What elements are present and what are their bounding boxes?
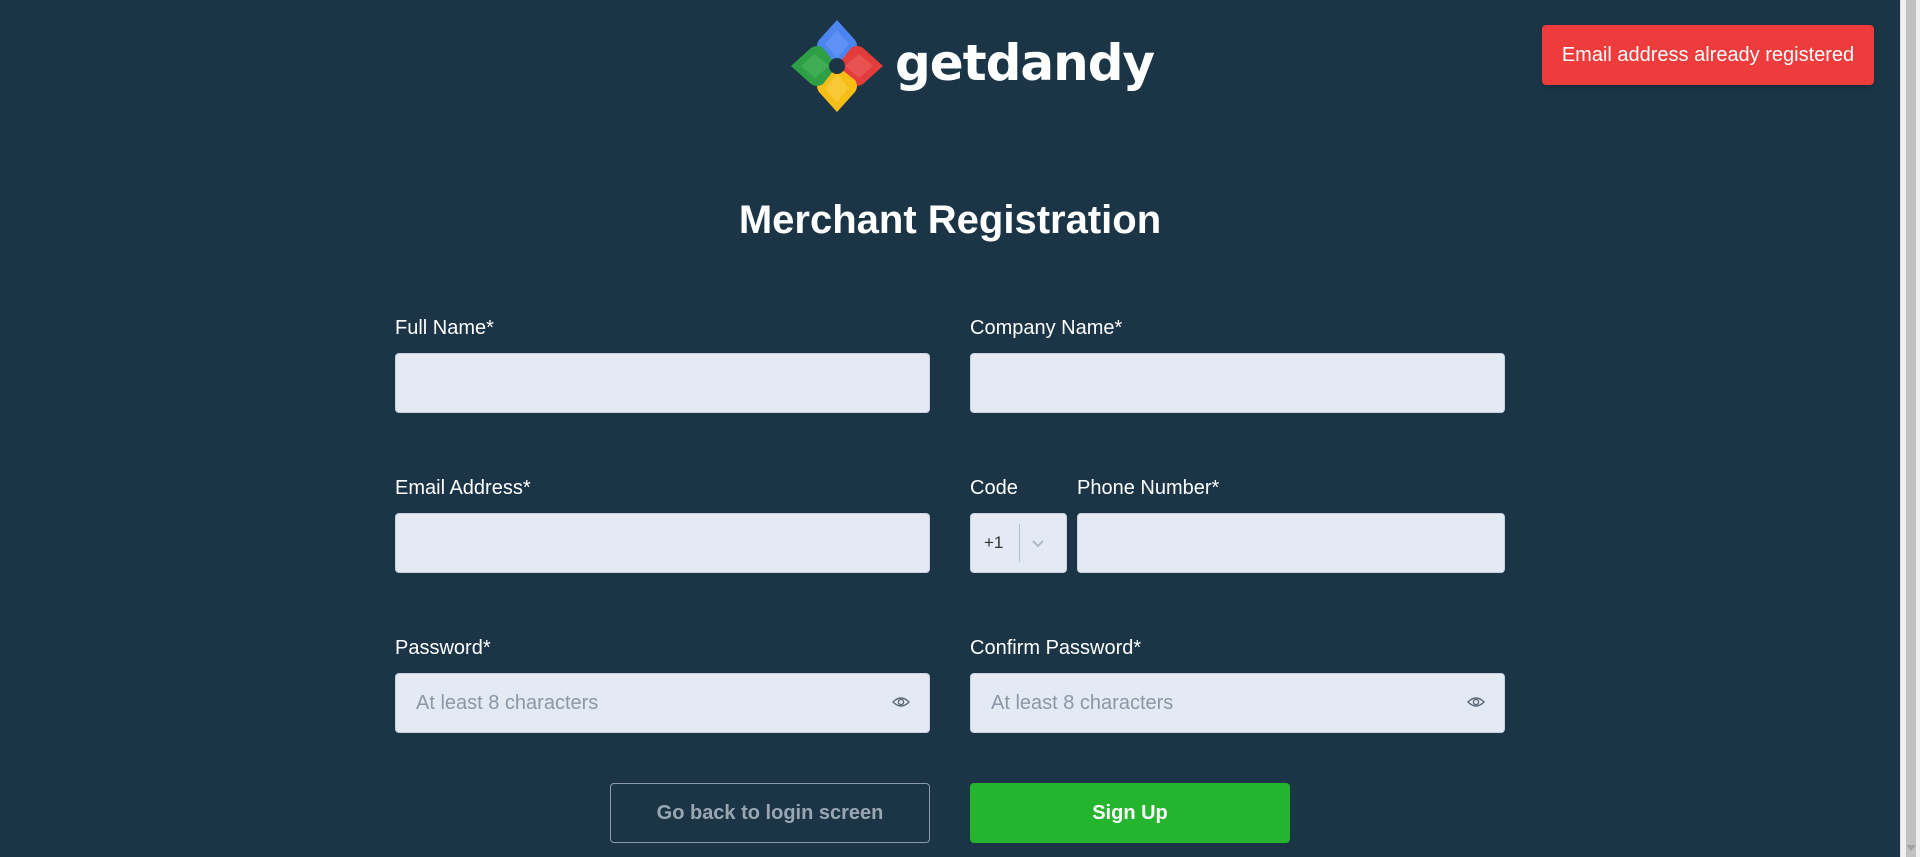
sign-up-button[interactable]: Sign Up (970, 783, 1290, 843)
password-input[interactable] (395, 673, 930, 733)
password-label: Password* (395, 637, 491, 659)
country-code-select[interactable]: +1 (970, 513, 1067, 573)
back-to-login-button[interactable]: Go back to login screen (610, 783, 930, 843)
confirm-password-field (970, 673, 1505, 733)
logo-mark-icon (791, 20, 883, 112)
chevron-down-icon[interactable] (1020, 533, 1056, 553)
full-name-input[interactable] (395, 353, 930, 413)
brand-name: getdandy (895, 34, 1155, 92)
eye-icon[interactable] (1467, 695, 1485, 709)
company-name-label: Company Name* (970, 317, 1123, 339)
scrollbar-thumb[interactable] (1906, 0, 1916, 857)
email-input[interactable] (395, 513, 930, 573)
company-name-input[interactable] (970, 353, 1505, 413)
confirm-password-label: Confirm Password* (970, 637, 1142, 659)
vertical-scrollbar[interactable] (1900, 0, 1920, 857)
phone-input[interactable] (1077, 513, 1505, 573)
registration-page: getdandy Email address already registere… (0, 0, 1920, 857)
full-name-label: Full Name* (395, 317, 494, 339)
code-label: Code (970, 477, 1018, 499)
page-title: Merchant Registration (738, 198, 1162, 242)
eye-icon[interactable] (892, 695, 910, 709)
error-toast: Email address already registered (1542, 25, 1874, 85)
confirm-password-input[interactable] (970, 673, 1505, 733)
brand-logo: getdandy (789, 18, 1155, 114)
phone-label: Phone Number* (1077, 477, 1220, 499)
password-field (395, 673, 930, 733)
country-code-value: +1 (984, 533, 1004, 552)
email-label: Email Address* (395, 477, 531, 499)
scroll-down-arrow-icon[interactable] (1906, 845, 1916, 851)
